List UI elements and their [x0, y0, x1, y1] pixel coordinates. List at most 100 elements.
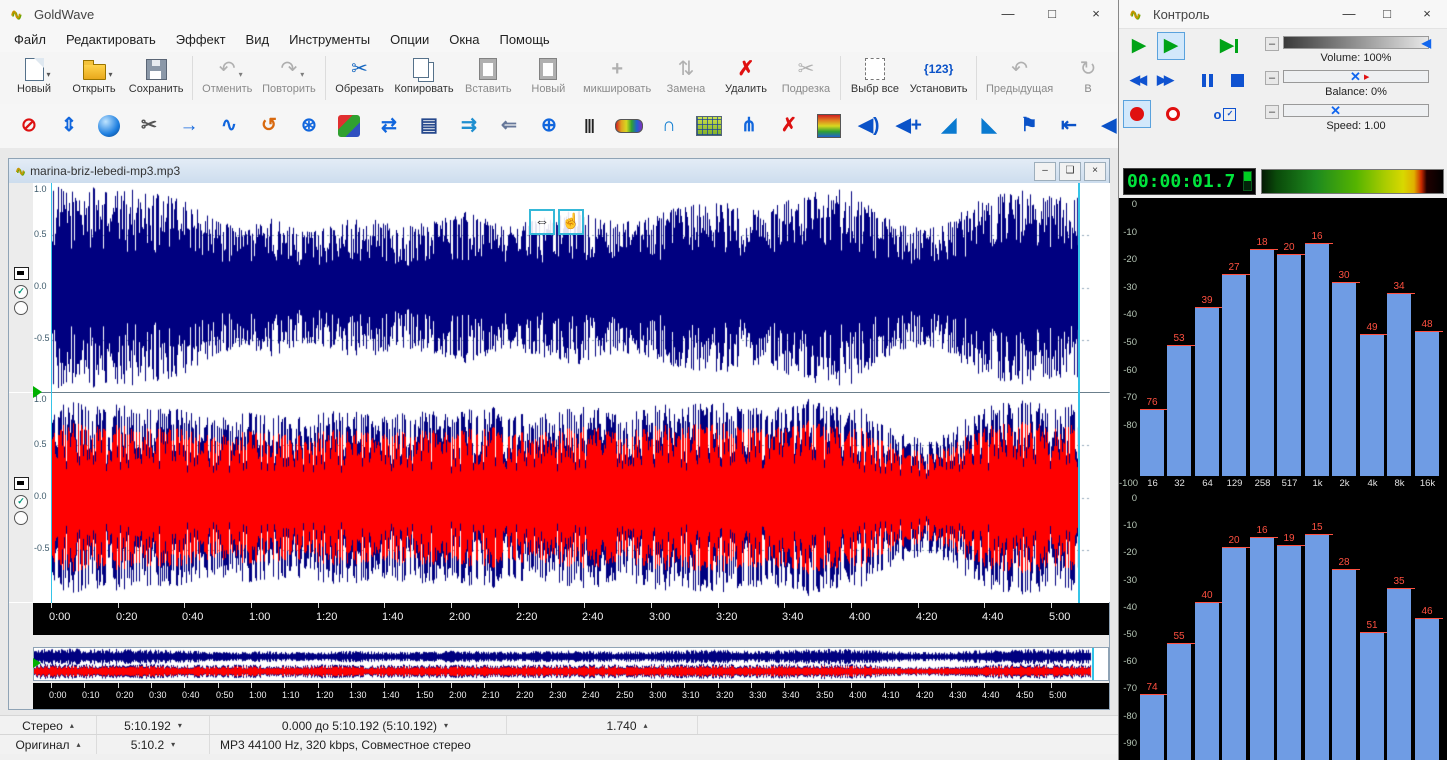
previous-button[interactable]: ↶Предыдущая [981, 54, 1058, 102]
mechanize-button[interactable]: ⊛ [294, 111, 324, 141]
overview-time-axis[interactable]: 0:000:100:200:300:400:501:001:101:201:30… [33, 683, 1109, 709]
close-button[interactable]: × [1074, 0, 1118, 28]
state-field[interactable]: Оригинал▴ [0, 735, 97, 754]
overview-strip[interactable] [33, 647, 1109, 681]
left-channel-thumb-button[interactable] [14, 267, 29, 280]
replace-button[interactable]: ⇅Замена [656, 54, 716, 102]
equalizer-button[interactable]: ||| [574, 111, 604, 141]
doppler-button[interactable]: ⇉ [454, 111, 484, 141]
speed-slider-thumb[interactable]: ✕ [1330, 102, 1341, 119]
fade-out-button[interactable]: ◣ [974, 111, 1004, 141]
splitter-button[interactable]: ⋔ [734, 111, 764, 141]
menu-tools[interactable]: Инструменты [279, 28, 380, 52]
original-length-field[interactable]: 5:10.2▾ [97, 735, 210, 754]
overview-position-marker[interactable] [33, 658, 41, 668]
pause-button[interactable] [1193, 66, 1221, 94]
left-channel-select-toggle[interactable]: ✓ [14, 285, 28, 299]
waveform-right-channel[interactable] [52, 393, 1092, 602]
new-button[interactable]: ▾Новый [4, 54, 64, 102]
menu-windows[interactable]: Окна [439, 28, 489, 52]
paste-new-button[interactable]: Новый [518, 54, 578, 102]
menu-file[interactable]: Файл [4, 28, 56, 52]
spinner-down-icon[interactable]: ▾ [178, 721, 182, 730]
selection-start-line[interactable] [51, 183, 52, 603]
dropdown-arrow-icon[interactable]: ▾ [239, 62, 243, 88]
doc-restore-button[interactable]: ❑ [1059, 162, 1081, 181]
volume-shape-button[interactable]: ⇕ [54, 111, 84, 141]
menu-options[interactable]: Опции [380, 28, 439, 52]
play-to-end-button[interactable]: ▶ [1215, 32, 1243, 60]
monitor-disable-button[interactable]: ⊘ [14, 111, 44, 141]
marker-button[interactable]: ⚑ [1014, 111, 1044, 141]
flange-button[interactable]: ⇐ [494, 111, 524, 141]
channel-mode-field[interactable]: Стерео▴ [0, 716, 97, 735]
minimize-button[interactable]: — [986, 0, 1030, 28]
close-button[interactable]: × [1406, 0, 1447, 28]
maximize-button[interactable]: □ [1030, 0, 1074, 28]
maximize-button[interactable]: □ [1368, 0, 1406, 28]
right-channel-mute-toggle[interactable] [14, 511, 28, 525]
balance-slider-thumb[interactable]: ✕ [1350, 68, 1361, 85]
edge-clipped-button[interactable]: ◀ [1094, 111, 1118, 141]
record-new-button[interactable] [1159, 100, 1187, 128]
record-options-button[interactable]: o✓ [1211, 100, 1239, 128]
spectrogram-button[interactable] [814, 111, 844, 141]
rewind-button[interactable]: ◀◀ [1123, 66, 1151, 94]
menu-effect[interactable]: Эффект [166, 28, 236, 52]
fade-in-button[interactable]: ◢ [934, 111, 964, 141]
menu-edit[interactable]: Редактировать [56, 28, 166, 52]
selection-move-handle[interactable]: ⇔ [529, 209, 555, 235]
left-channel-mute-toggle[interactable] [14, 301, 28, 315]
document-titlebar[interactable]: ∿ marina-briz-lebedi-mp3.mp3 – ❑ × [9, 159, 1109, 184]
clipped-button[interactable]: ↻В [1058, 54, 1118, 102]
fast-forward-button[interactable]: ▶▶ [1150, 66, 1178, 94]
envelope-button[interactable]: ▤ [414, 111, 444, 141]
spectrum-band-button[interactable] [614, 111, 644, 141]
balance-slider[interactable]: ✕ ▶ [1283, 70, 1429, 83]
crop-button[interactable]: ✂Подрезка [776, 54, 836, 102]
trim-button[interactable]: ✂Обрезать [330, 54, 390, 102]
doc-close-button[interactable]: × [1084, 162, 1106, 181]
selection-field[interactable]: 0.000 до 5:10.192 (5:10.192)▾ [224, 716, 507, 735]
noise-gate-button[interactable] [694, 111, 724, 141]
spinner-down-icon[interactable]: ▾ [171, 740, 175, 749]
selection-end-line[interactable] [1078, 183, 1080, 603]
palette-button[interactable] [334, 111, 364, 141]
play-selection-button[interactable]: ▶ [1157, 32, 1185, 60]
playback-position-marker[interactable] [33, 386, 42, 398]
set-selection-button[interactable]: {123}Установить [905, 54, 972, 102]
dropdown-arrow-icon[interactable]: ▾ [300, 62, 304, 88]
copy-button[interactable]: Копировать [390, 54, 459, 102]
spinner-down-icon[interactable]: ▾ [444, 721, 448, 730]
main-time-axis[interactable]: 0:000:200:401:001:201:402:002:202:403:00… [33, 603, 1109, 635]
speaker-add-button[interactable]: ◀+ [894, 111, 924, 141]
zoom-field[interactable]: 1.740▴ [557, 716, 698, 735]
selection-drag-handle[interactable]: ☝ [558, 209, 584, 235]
speed-decrease-button[interactable]: – [1265, 105, 1279, 119]
mix-button[interactable]: +микшировать [578, 54, 656, 102]
reverse-button[interactable]: ↺ [254, 111, 284, 141]
menu-view[interactable]: Вид [236, 28, 280, 52]
select-all-button[interactable]: Выбр все [845, 54, 905, 102]
record-button[interactable] [1123, 100, 1151, 128]
paste-button[interactable]: Вставить [458, 54, 518, 102]
overview-waveform[interactable] [34, 648, 1108, 680]
exchange-button[interactable]: ⇄ [374, 111, 404, 141]
spinner-up-icon[interactable]: ▴ [70, 721, 74, 730]
pitch-button[interactable]: ⊕ [534, 111, 564, 141]
stop-button[interactable] [1223, 66, 1251, 94]
speaker-button[interactable]: ◀) [854, 111, 884, 141]
length-field[interactable]: 5:10.192▾ [97, 716, 210, 735]
speed-slider[interactable]: ✕ [1283, 104, 1429, 117]
menu-help[interactable]: Помощь [489, 28, 559, 52]
volume-decrease-button[interactable]: – [1265, 37, 1279, 51]
right-channel-thumb-button[interactable] [14, 477, 29, 490]
dropdown-arrow-icon[interactable]: ▾ [46, 62, 50, 88]
to-start-button[interactable]: ⇤ [1054, 111, 1084, 141]
hall-button[interactable]: ∩ [654, 111, 684, 141]
dropdown-arrow-icon[interactable]: ▾ [108, 62, 112, 88]
doc-minimize-button[interactable]: – [1034, 162, 1056, 181]
offset-button[interactable]: → [174, 111, 204, 141]
save-button[interactable]: Сохранить [124, 54, 188, 102]
volume-slider[interactable]: ◀ [1283, 36, 1429, 49]
